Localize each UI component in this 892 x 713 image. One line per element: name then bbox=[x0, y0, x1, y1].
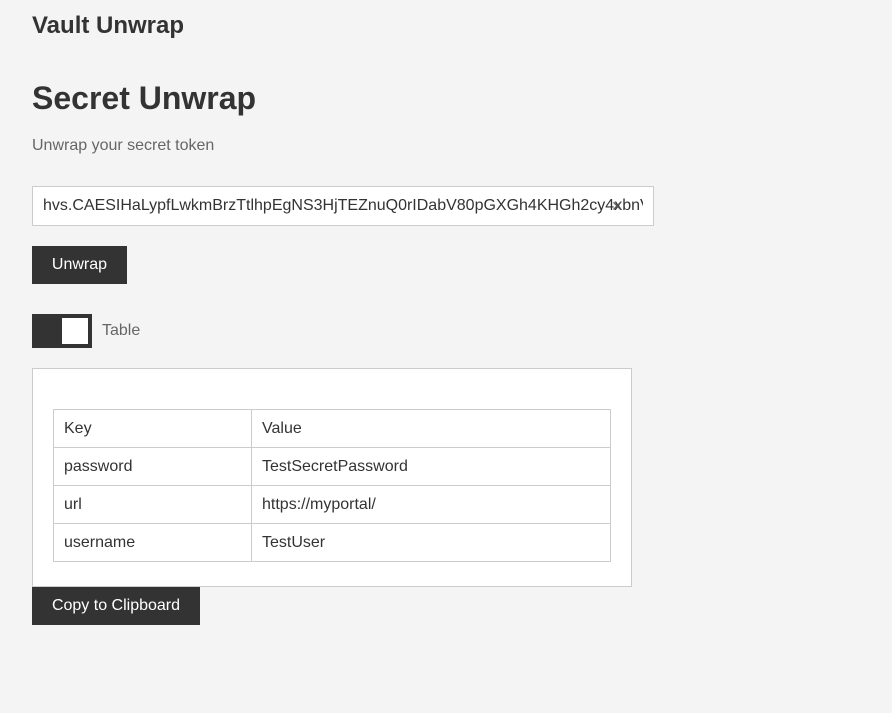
token-input[interactable] bbox=[33, 187, 653, 225]
table-cell-key: password bbox=[53, 447, 252, 486]
table-cell-key: url bbox=[53, 485, 252, 524]
table-row: url https://myportal/ bbox=[53, 485, 611, 524]
table-header-key: Key bbox=[53, 409, 252, 448]
table-cell-value: TestSecretPassword bbox=[251, 447, 611, 486]
app-title: Vault Unwrap bbox=[32, 12, 185, 39]
table-header-value: Value bbox=[251, 409, 611, 448]
table-cell-key: username bbox=[53, 523, 252, 562]
secret-table: Key Value password TestSecretPassword ur… bbox=[53, 409, 611, 562]
toggle-knob bbox=[62, 318, 88, 344]
page-title: Secret Unwrap bbox=[32, 80, 257, 116]
table-view-toggle[interactable] bbox=[32, 314, 92, 348]
page-subtitle: Unwrap your secret token bbox=[32, 137, 215, 154]
toggle-label: Table bbox=[102, 322, 141, 339]
page: Vault Unwrap Secret Unwrap Unwrap your s… bbox=[0, 0, 892, 713]
copy-to-clipboard-button[interactable]: Copy to Clipboard bbox=[32, 587, 200, 625]
table-cell-value: TestUser bbox=[251, 523, 611, 562]
clear-icon[interactable]: ✕ bbox=[611, 196, 623, 216]
table-row: password TestSecretPassword bbox=[53, 447, 611, 486]
table-cell-value: https://myportal/ bbox=[251, 485, 611, 524]
table-row: username TestUser bbox=[53, 523, 611, 562]
table-header-row: Key Value bbox=[53, 409, 611, 448]
token-field: ✕ bbox=[32, 186, 654, 226]
unwrap-button[interactable]: Unwrap bbox=[32, 246, 127, 284]
secret-card: Key Value password TestSecretPassword ur… bbox=[32, 368, 632, 587]
